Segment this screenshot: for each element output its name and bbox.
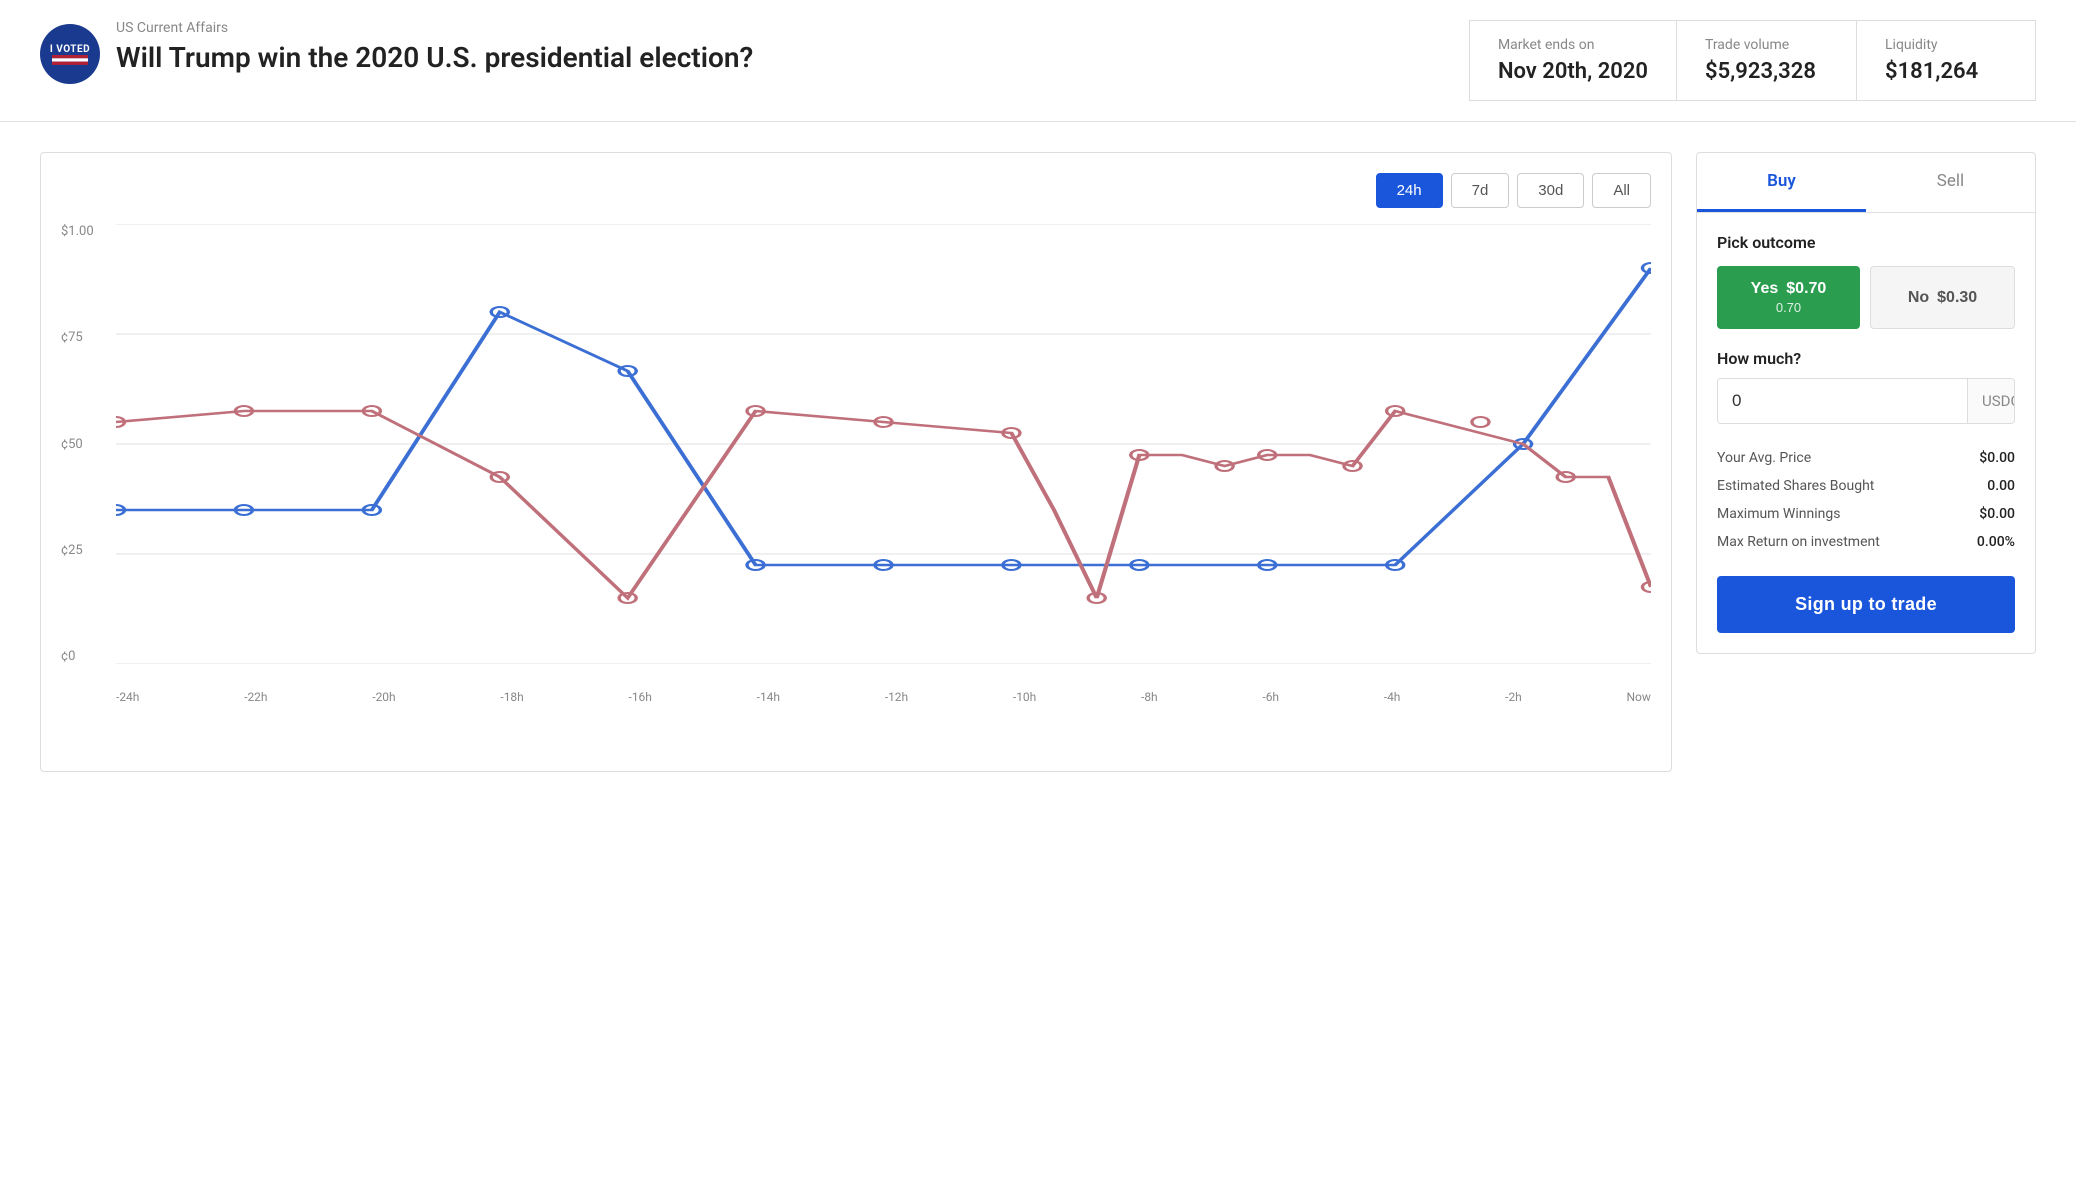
chart-header: 24h 7d 30d All <box>61 173 1651 208</box>
yes-btn-price: $0.70 <box>1786 280 1826 298</box>
chart-svg <box>116 224 1651 664</box>
stat-max-winnings-value: $0.00 <box>1979 506 2015 522</box>
tab-sell[interactable]: Sell <box>1866 153 2035 212</box>
y-label-100: $1.00 <box>61 224 94 239</box>
amount-input[interactable] <box>1718 379 1967 423</box>
stat-liquidity-label: Liquidity <box>1885 37 2007 53</box>
sign-up-button[interactable]: Sign up to trade <box>1717 576 2015 633</box>
x-label-12h: -12h <box>885 690 908 704</box>
stat-avg-price-label: Your Avg. Price <box>1717 450 1811 466</box>
x-label-10h: -10h <box>1013 690 1036 704</box>
stat-max-roi: Max Return on investment 0.00% <box>1717 528 2015 556</box>
stat-liquidity: Liquidity $181,264 <box>1856 20 2036 101</box>
page-header: I VOTED US Current Affairs Will Trump wi… <box>0 0 2076 122</box>
x-label-14h: -14h <box>757 690 780 704</box>
x-label-22h: -22h <box>244 690 267 704</box>
time-btn-7d[interactable]: 7d <box>1451 173 1510 208</box>
trade-stats: Your Avg. Price $0.00 Estimated Shares B… <box>1717 444 2015 556</box>
stat-avg-price: Your Avg. Price $0.00 <box>1717 444 2015 472</box>
stat-liquidity-value: $181,264 <box>1885 59 2007 84</box>
stat-max-winnings-label: Maximum Winnings <box>1717 506 1840 522</box>
stat-trade-volume-value: $5,923,328 <box>1705 59 1828 84</box>
trade-panel: Buy Sell Pick outcome Yes $0.70 0.70 <box>1696 152 2036 654</box>
stat-trade-volume-label: Trade volume <box>1705 37 1828 53</box>
outcome-no-button[interactable]: No $0.30 <box>1870 266 2015 329</box>
x-label-18h: -18h <box>500 690 523 704</box>
outcome-buttons: Yes $0.70 0.70 No $0.30 <box>1717 266 2015 329</box>
header-stats: Market ends on Nov 20th, 2020 Trade volu… <box>1469 20 2036 101</box>
time-btn-30d[interactable]: 30d <box>1517 173 1584 208</box>
amount-input-row: USDC <box>1717 378 2015 424</box>
x-label-16h: -16h <box>629 690 652 704</box>
chart-panel: 24h 7d 30d All $1.00 ¢75 ¢50 ¢25 ¢0 <box>40 152 1672 772</box>
stat-shares-bought-value: 0.00 <box>1987 478 2015 494</box>
chart-svg-container <box>116 224 1651 664</box>
currency-label: USDC <box>1967 379 2015 423</box>
no-btn-title: No <box>1908 289 1929 307</box>
x-label-2h: -2h <box>1505 690 1522 704</box>
stat-market-ends: Market ends on Nov 20th, 2020 <box>1469 20 1676 101</box>
stat-market-ends-value: Nov 20th, 2020 <box>1498 59 1648 84</box>
tab-buy[interactable]: Buy <box>1697 153 1866 212</box>
x-label-20h: -20h <box>372 690 395 704</box>
pick-outcome-label: Pick outcome <box>1717 233 2015 252</box>
stat-shares-bought-label: Estimated Shares Bought <box>1717 478 1874 494</box>
x-label-6h: -6h <box>1262 690 1279 704</box>
y-label-75: ¢75 <box>61 330 94 345</box>
voted-text: I VOTED <box>50 44 90 55</box>
main-content: 24h 7d 30d All $1.00 ¢75 ¢50 ¢25 ¢0 <box>0 122 2076 802</box>
yes-btn-sub: 0.70 <box>1729 300 1848 315</box>
stat-max-winnings: Maximum Winnings $0.00 <box>1717 500 2015 528</box>
y-label-0: ¢0 <box>61 649 94 664</box>
header-left: I VOTED US Current Affairs Will Trump wi… <box>40 20 753 84</box>
no-btn-price: $0.30 <box>1937 289 1977 307</box>
chart-area: $1.00 ¢75 ¢50 ¢25 ¢0 <box>61 224 1651 704</box>
outcome-yes-button[interactable]: Yes $0.70 0.70 <box>1717 266 1860 329</box>
stat-trade-volume: Trade volume $5,923,328 <box>1676 20 1856 101</box>
x-label-4h: -4h <box>1384 690 1401 704</box>
y-label-50: ¢50 <box>61 437 94 452</box>
category-label: US Current Affairs <box>116 20 753 36</box>
x-label-24h: -24h <box>116 690 139 704</box>
time-btn-24h[interactable]: 24h <box>1376 173 1443 208</box>
flag-stripes <box>52 55 88 65</box>
stat-max-roi-value: 0.00% <box>1977 534 2015 550</box>
x-axis-labels: -24h -22h -20h -18h -16h -14h -12h -10h … <box>116 690 1651 704</box>
yes-btn-title: Yes <box>1751 280 1779 298</box>
stat-shares-bought: Estimated Shares Bought 0.00 <box>1717 472 2015 500</box>
stat-max-roi-label: Max Return on investment <box>1717 534 1880 550</box>
stat-market-ends-label: Market ends on <box>1498 37 1648 53</box>
stat-avg-price-value: $0.00 <box>1979 450 2015 466</box>
time-btn-all[interactable]: All <box>1592 173 1651 208</box>
voted-badge: I VOTED <box>40 24 100 84</box>
y-axis-labels: $1.00 ¢75 ¢50 ¢25 ¢0 <box>61 224 94 704</box>
x-label-8h: -8h <box>1141 690 1158 704</box>
x-label-now: Now <box>1627 690 1651 704</box>
how-much-label: How much? <box>1717 349 2015 368</box>
trade-body: Pick outcome Yes $0.70 0.70 No $0.30 <box>1697 213 2035 653</box>
y-label-25: ¢25 <box>61 543 94 558</box>
trade-tabs: Buy Sell <box>1697 153 2035 213</box>
header-title-block: US Current Affairs Will Trump win the 20… <box>116 20 753 76</box>
market-title: Will Trump win the 2020 U.S. presidentia… <box>116 40 753 76</box>
